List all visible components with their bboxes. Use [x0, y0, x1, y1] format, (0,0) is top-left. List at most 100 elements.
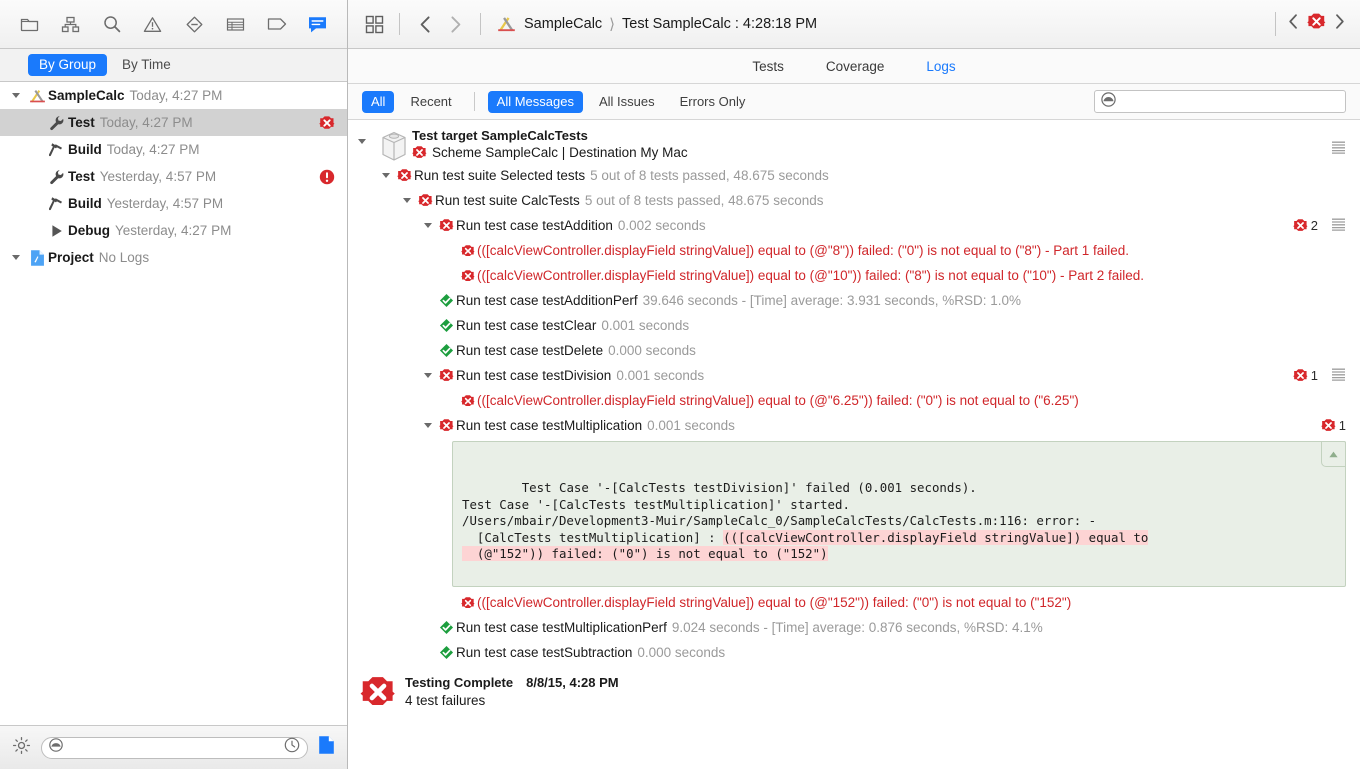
error-badge-icon	[437, 218, 456, 233]
success-badge-icon	[437, 343, 456, 358]
filter-level-all-issues[interactable]: All Issues	[590, 91, 664, 113]
log-lines-icon[interactable]	[1331, 127, 1346, 159]
document-blue-icon[interactable]	[318, 735, 335, 760]
filter-scope-all[interactable]: All	[362, 91, 394, 113]
log-row-text: Run test suite Selected tests	[414, 168, 585, 183]
tab-logs[interactable]: Logs	[926, 59, 955, 74]
error-badge-icon	[458, 269, 477, 283]
error-badge-icon	[437, 368, 456, 383]
log-row-case-testMultiplication[interactable]: Run test case testMultiplication0.001 se…	[348, 413, 1360, 438]
log-row-right-accessories: 1	[1293, 368, 1346, 384]
log-row-case-testAdditionPerf[interactable]: Run test case testAdditionPerf39.646 sec…	[348, 288, 1360, 313]
log-row-testAddition-fail-2[interactable]: (([calcViewController.displayField strin…	[348, 263, 1360, 288]
log-search-field[interactable]	[1094, 90, 1346, 113]
tab-tests[interactable]: Tests	[752, 59, 784, 74]
log-row-testMultiplication-fail-1[interactable]: (([calcViewController.displayField strin…	[348, 590, 1360, 615]
log-row-text: (([calcViewController.displayField strin…	[477, 595, 1071, 610]
toolbar-divider-3	[1275, 12, 1276, 36]
log-row-case-testSubtraction[interactable]: Run test case testSubtraction 0.000 secon…	[348, 640, 1360, 665]
error-count-badge: 1	[1293, 368, 1318, 383]
error-badge-icon[interactable]	[1307, 12, 1326, 36]
scope-by-time-button[interactable]: By Time	[111, 54, 182, 76]
disclosure-triangle[interactable]	[377, 173, 395, 178]
editor-layout-icon[interactable]	[360, 9, 388, 39]
log-row-case-testAddition[interactable]: Run test case testAddition0.002 seconds2	[348, 213, 1360, 238]
target-disclosure-triangle[interactable]	[358, 127, 376, 144]
log-target-title: Test target SampleCalcTests	[412, 128, 1331, 143]
navigator-filter-input[interactable]	[69, 740, 278, 756]
test-diamond-icon[interactable]	[179, 10, 209, 38]
tree-row-test-3[interactable]: TestYesterday, 4:57 PM	[0, 163, 347, 190]
breakpoint-tag-icon[interactable]	[262, 10, 292, 38]
tree-row-build-2[interactable]: BuildToday, 4:27 PM	[0, 136, 347, 163]
log-row-text: Run test case testSubtraction	[456, 645, 632, 660]
tree-row-project-6[interactable]: ProjectNo Logs	[0, 244, 347, 271]
debug-list-icon[interactable]	[220, 10, 250, 38]
document-blue-icon	[26, 249, 48, 267]
hierarchy-icon[interactable]	[55, 10, 85, 38]
filter-level-all-messages[interactable]: All Messages	[488, 91, 583, 113]
breadcrumb-item-1[interactable]: Test SampleCalc : 4:28:18 PM	[622, 16, 817, 32]
log-row-case-testClear[interactable]: Run test case testClear0.001 seconds	[348, 313, 1360, 338]
log-row-text: Run test case testAdditionPerf	[456, 293, 638, 308]
log-row-case-testMultiplicationPerf[interactable]: Run test case testMultiplicationPerf9.02…	[348, 615, 1360, 640]
log-row-testDivision-fail-1[interactable]: (([calcViewController.displayField strin…	[348, 388, 1360, 413]
filter-level-errors-only[interactable]: Errors Only	[671, 91, 755, 113]
toolbar-divider-2	[480, 13, 481, 35]
filter-icon	[1101, 92, 1116, 112]
log-content: Test target SampleCalcTests Scheme Sampl…	[348, 120, 1360, 769]
tree-row-label: Project	[48, 250, 94, 265]
log-row-meta: 0.001 seconds	[647, 418, 735, 433]
console-output-block[interactable]: Test Case '-[CalcTests testDivision]' fa…	[452, 441, 1346, 587]
log-row-case-testDelete[interactable]: Run test case testDelete0.000 seconds	[348, 338, 1360, 363]
log-row-suite-calctests[interactable]: Run test suite CalcTests5 out of 8 tests…	[348, 188, 1360, 213]
tree-row-detail: Yesterday, 4:57 PM	[100, 169, 216, 184]
warning-triangle-icon[interactable]	[138, 10, 168, 38]
disclosure-triangle[interactable]	[6, 93, 26, 98]
nav-forward-button[interactable]	[441, 9, 469, 39]
log-row-suite-selected[interactable]: Run test suite Selected tests5 out of 8 …	[348, 163, 1360, 188]
clock-icon[interactable]	[284, 737, 300, 758]
error-badge-large-icon	[360, 674, 396, 715]
disclosure-triangle[interactable]	[419, 373, 437, 378]
log-lines-icon[interactable]	[1331, 218, 1346, 234]
tree-row-detail: Yesterday, 4:57 PM	[107, 196, 223, 211]
log-row-text: Run test suite CalcTests	[435, 193, 580, 208]
disclosure-triangle[interactable]	[419, 423, 437, 428]
disclosure-triangle[interactable]	[398, 198, 416, 203]
scope-by-group-button[interactable]: By Group	[28, 54, 107, 76]
prev-issue-button[interactable]	[1287, 13, 1300, 35]
tree-row-samplecalc-0[interactable]: SampleCalcToday, 4:27 PM	[0, 82, 347, 109]
disclosure-triangle[interactable]	[6, 255, 26, 260]
error-badge-icon	[319, 115, 335, 131]
disclosure-triangle[interactable]	[419, 223, 437, 228]
tree-row-debug-5[interactable]: DebugYesterday, 4:27 PM	[0, 217, 347, 244]
error-count-badge: 1	[1321, 418, 1346, 433]
xcode-report-navigator-window: By Group By Time SampleCalcToday, 4:27 P…	[0, 0, 1360, 769]
log-row-meta: 0.000 seconds	[637, 645, 725, 660]
breadcrumb: SampleCalc ⟩ Test SampleCalc : 4:28:18 P…	[496, 15, 817, 33]
collapse-up-icon[interactable]	[1321, 441, 1346, 467]
breadcrumb-item-0[interactable]: SampleCalc	[524, 16, 602, 32]
log-lines-icon[interactable]	[1331, 368, 1346, 384]
filter-scope-recent[interactable]: Recent	[401, 91, 460, 113]
log-rows-bottom: (([calcViewController.displayField strin…	[348, 590, 1360, 665]
tree-row-build-4[interactable]: BuildYesterday, 4:57 PM	[0, 190, 347, 217]
search-icon[interactable]	[97, 10, 127, 38]
folder-icon[interactable]	[14, 10, 44, 38]
navigator-filter-field[interactable]	[41, 737, 308, 759]
log-search-input[interactable]	[1122, 94, 1339, 110]
report-bubble-icon[interactable]	[303, 10, 333, 38]
log-row-text: Run test case testMultiplicationPerf	[456, 620, 667, 635]
toolbar-divider	[399, 13, 400, 35]
log-row-testAddition-fail-1[interactable]: (([calcViewController.displayField strin…	[348, 238, 1360, 263]
tree-row-label: Test	[68, 115, 95, 130]
gear-icon[interactable]	[12, 736, 31, 760]
nav-back-button[interactable]	[411, 9, 439, 39]
error-badge-icon	[458, 596, 477, 610]
tab-coverage[interactable]: Coverage	[826, 59, 885, 74]
log-row-case-testDivision[interactable]: Run test case testDivision0.001 seconds1	[348, 363, 1360, 388]
navigator-panel: By Group By Time SampleCalcToday, 4:27 P…	[0, 0, 348, 769]
next-issue-button[interactable]	[1333, 13, 1346, 35]
tree-row-test-1[interactable]: TestToday, 4:27 PM	[0, 109, 347, 136]
